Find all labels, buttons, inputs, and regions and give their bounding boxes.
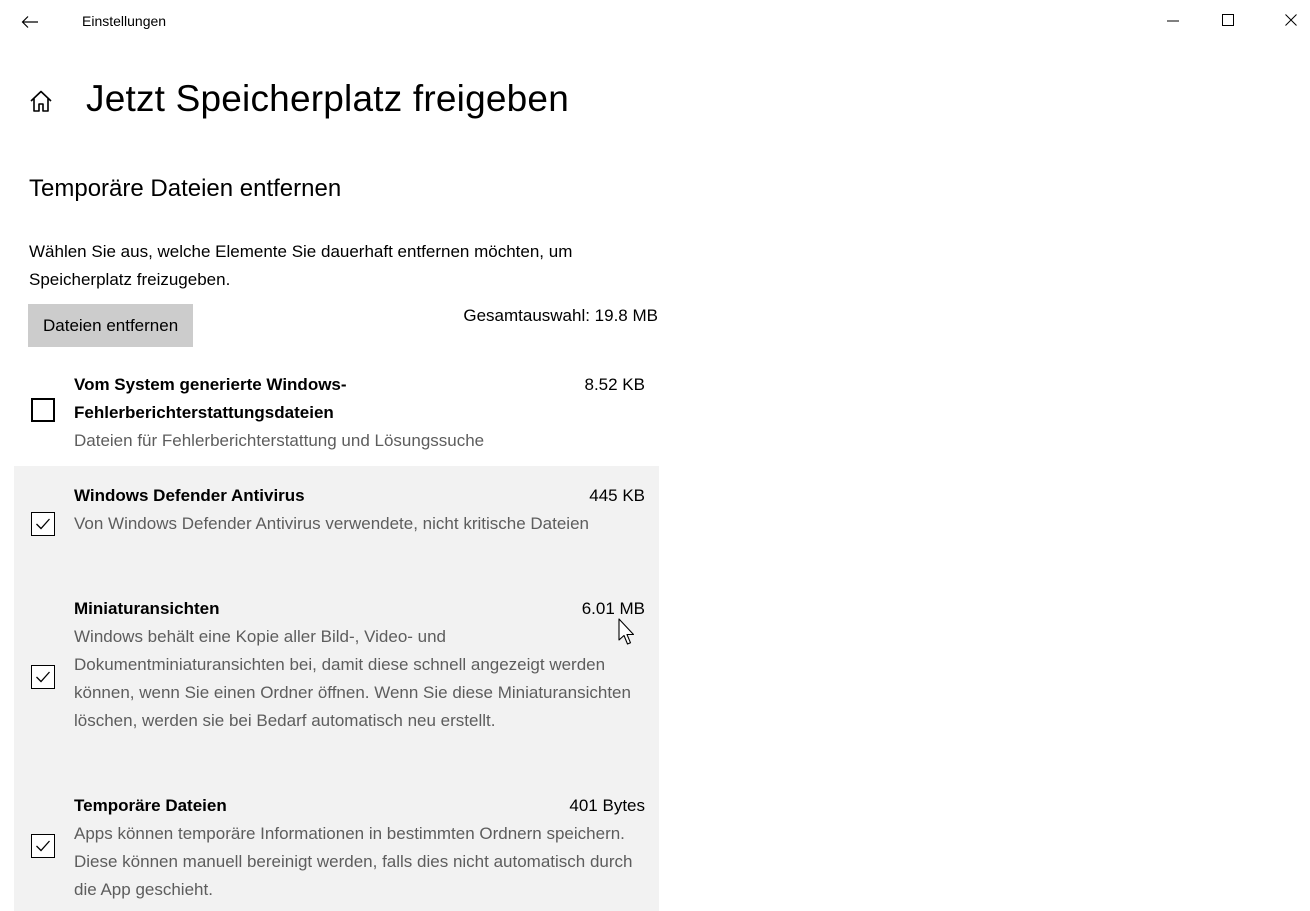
maximize-button[interactable] [1205, 4, 1251, 36]
checkmark-icon [36, 840, 50, 852]
app-title: Einstellungen [82, 13, 167, 29]
title-bar: Einstellungen [0, 0, 1310, 44]
remove-files-button[interactable]: Dateien entfernen [28, 304, 194, 347]
checkbox-defender[interactable] [31, 512, 55, 536]
minimize-button[interactable] [1150, 4, 1196, 36]
checkbox-error-reports[interactable] [31, 398, 55, 422]
checkbox-thumbnails[interactable] [31, 665, 55, 689]
arrow-left-icon [21, 16, 38, 28]
item-title: Vom System generierte Windows-Fehlerberi… [74, 375, 347, 422]
page-title: Jetzt Speicherplatz freigeben [86, 78, 569, 119]
item-description: Dateien für Fehlerberichterstattung und … [74, 431, 485, 450]
mouse-cursor-icon [618, 618, 635, 645]
minimize-icon [1167, 20, 1179, 22]
home-icon[interactable] [28, 88, 54, 114]
item-description: Windows behält eine Kopie aller Bild-, V… [74, 627, 631, 730]
close-icon [1285, 14, 1297, 26]
close-button[interactable] [1268, 4, 1310, 36]
item-size: 445 KB [589, 486, 645, 505]
item-title: Windows Defender Antivirus [74, 486, 305, 505]
item-size: 401 Bytes [569, 796, 645, 815]
total-selection: Gesamtauswahl: 19.8 MB [463, 306, 658, 325]
section-description: Wählen Sie aus, welche Elemente Sie daue… [29, 242, 573, 289]
list-item-defender[interactable]: Windows Defender Antivirus 445 KB Von Wi… [14, 466, 659, 577]
section-title: Temporäre Dateien entfernen [29, 175, 342, 202]
item-title: Temporäre Dateien [74, 796, 227, 815]
list-item-temp-files[interactable]: Temporäre Dateien 401 Bytes Apps können … [14, 774, 659, 911]
item-description: Apps können temporäre Informationen in b… [74, 824, 633, 899]
item-size: 8.52 KB [584, 375, 646, 394]
list-item-thumbnails[interactable]: Miniaturansichten 6.01 MB Windows behält… [14, 577, 659, 774]
checkmark-icon [36, 671, 50, 683]
maximize-icon [1222, 14, 1234, 26]
back-button[interactable] [14, 8, 46, 36]
list-item-error-reports[interactable]: Vom System generierte Windows-Fehlerberi… [14, 365, 659, 460]
checkmark-icon [36, 518, 50, 530]
item-description: Von Windows Defender Antivirus verwendet… [74, 514, 589, 533]
checkbox-temp-files[interactable] [31, 834, 55, 858]
item-title: Miniaturansichten [74, 599, 220, 618]
